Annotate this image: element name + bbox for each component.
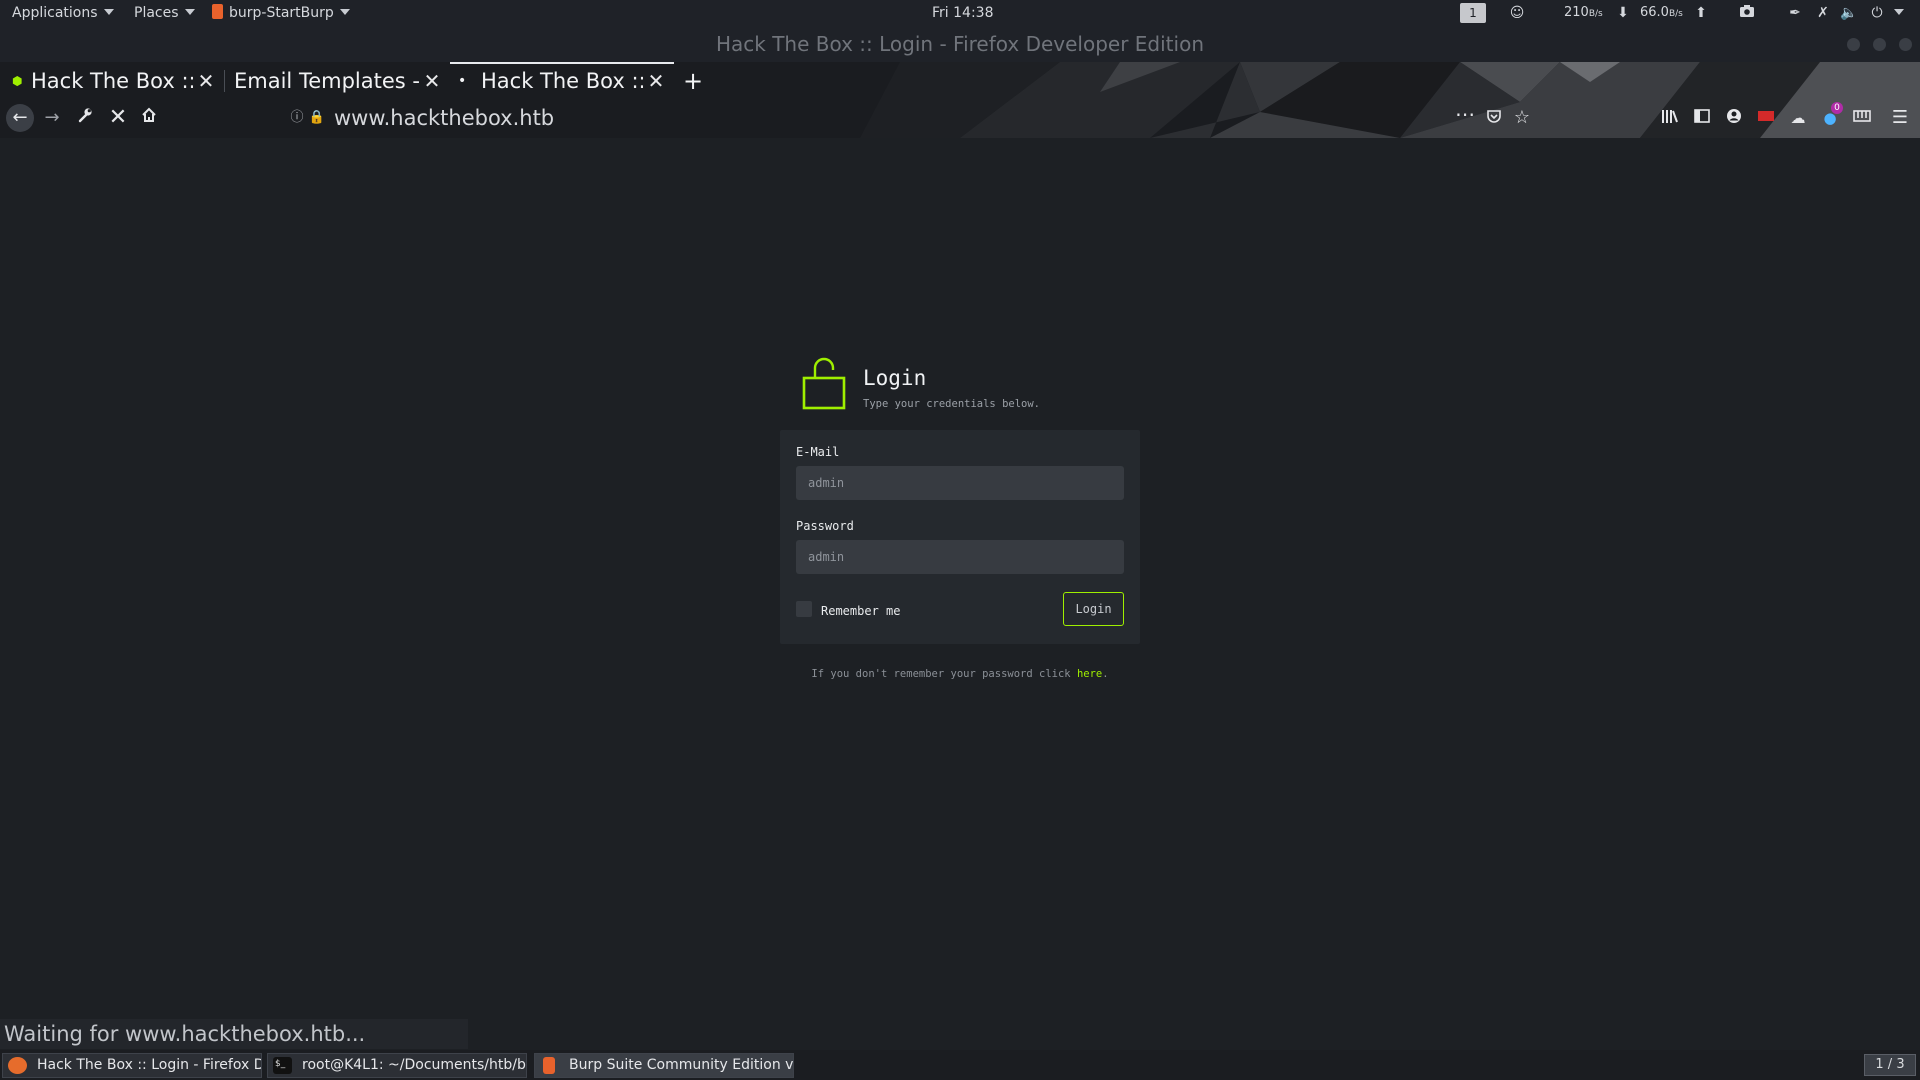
url-text[interactable]: www.hackthebox.htb [334, 103, 554, 133]
notification-badge: 0 [1831, 102, 1843, 114]
clock[interactable]: Fri 14:38 [932, 0, 993, 26]
loading-dot-icon: • [458, 73, 467, 89]
status-overlay: Waiting for www.hackthebox.htb... [0, 1019, 468, 1049]
window-titlebar[interactable]: Hack The Box :: Login - Firefox Develope… [0, 26, 1920, 62]
maximize-button[interactable] [1873, 38, 1886, 51]
firefox-icon [8, 1057, 27, 1074]
taskbar-item-label: root@K4L1: ~/Documents/htb/bo... [302, 1057, 527, 1073]
login-form: E-Mail Password Remember me Login [780, 430, 1140, 644]
bookmark-star-icon[interactable]: ☆ [1512, 108, 1532, 128]
login-subtitle: Type your credentials below. [863, 398, 1041, 410]
page-actions-icon[interactable]: ⋯ [1455, 104, 1475, 124]
upload-rate-unit: B/s [1668, 9, 1683, 19]
url-bar[interactable]: ⓘ 🔒 www.hackthebox.htb [288, 103, 1458, 133]
network-off-icon[interactable]: ✗ [1814, 4, 1832, 22]
tab-email-templates[interactable]: Email Templates - Google ✕ [226, 62, 450, 100]
developer-tools-wrench-icon[interactable] [71, 104, 99, 132]
login-header: Login Type your credentials below. [802, 356, 1142, 416]
burp-icon [543, 1057, 555, 1074]
tab-divider [224, 70, 225, 92]
upload-rate: 66.0B/s [1640, 0, 1683, 27]
red-flag-extension-icon[interactable] [1756, 108, 1776, 128]
info-icon[interactable]: ⓘ [288, 109, 306, 127]
hackthebox-favicon-icon: ⬢ [12, 74, 23, 88]
stop-loading-button[interactable]: ✕ [104, 104, 132, 132]
workspace-pager[interactable]: 1 / 3 [1864, 1054, 1916, 1076]
terminal-icon: $_ [273, 1057, 292, 1074]
taskbar-item-label: Burp Suite Community Edition v1.... [569, 1057, 794, 1073]
system-menu-chevron-icon[interactable] [1890, 4, 1908, 22]
close-icon[interactable]: ✕ [646, 64, 666, 100]
forgot-password-text: If you don't remember your password clic… [780, 668, 1140, 680]
page-content: Login Type your credentials below. E-Mai… [0, 138, 1920, 1018]
email-label: E-Mail [796, 445, 840, 459]
password-field[interactable] [796, 540, 1124, 574]
forgot-password-prefix: If you don't remember your password clic… [811, 668, 1077, 680]
remember-me-label[interactable]: Remember me [821, 604, 900, 618]
download-arrow-icon: ⬇ [1617, 5, 1629, 21]
tab-label: Hack The Box :: Login [481, 69, 643, 93]
tab-hackthebox-login[interactable]: • Hack The Box :: Login ✕ [450, 62, 674, 100]
taskbar-item-terminal[interactable]: $_ root@K4L1: ~/Documents/htb/bo... [267, 1053, 527, 1078]
password-label: Password [796, 519, 854, 533]
tab-hackthebox-main[interactable]: ⬢ Hack The Box :: Hack The Box ✕ [0, 62, 222, 100]
forgot-password-link[interactable]: here [1077, 668, 1102, 680]
new-tab-button[interactable]: + [680, 62, 706, 100]
library-icon[interactable] [1660, 108, 1680, 128]
power-icon[interactable]: ⏻ [1868, 4, 1886, 22]
upload-rate-value: 66.0 [1640, 5, 1669, 20]
taskbar-item-burp[interactable]: Burp Suite Community Edition v1.... [534, 1053, 794, 1078]
browser-chrome: ⬢ Hack The Box :: Hack The Box ✕ Email T… [0, 62, 1920, 138]
download-rate-value: 210 [1564, 5, 1589, 20]
close-icon[interactable]: ✕ [196, 62, 216, 100]
applications-menu[interactable]: Applications [12, 0, 114, 26]
login-title: Login [863, 366, 927, 390]
places-menu[interactable]: Places [134, 0, 195, 26]
screenshot-icon[interactable] [1738, 4, 1756, 22]
pocket-icon[interactable] [1484, 108, 1504, 128]
chevron-down-icon [339, 9, 350, 15]
user-extension-icon[interactable]: ● 0 [1820, 102, 1843, 128]
download-rate: 210B/s [1564, 0, 1603, 27]
workspace-indicator[interactable]: 1 [1460, 3, 1486, 23]
hamburger-menu-icon[interactable]: ☰ [1890, 108, 1910, 128]
home-button[interactable] [135, 104, 163, 132]
unlock-icon [802, 357, 846, 410]
forward-button[interactable]: → [38, 104, 66, 132]
login-button[interactable]: Login [1063, 592, 1124, 626]
applications-menu-label: Applications [12, 5, 98, 21]
forgot-password-suffix: . [1102, 668, 1109, 680]
close-icon[interactable]: ✕ [422, 62, 442, 100]
taskbar-item-firefox[interactable]: Hack The Box :: Login - Firefox De... [2, 1053, 262, 1078]
insecure-lock-icon[interactable]: 🔒 [308, 109, 326, 127]
burp-launcher-label: burp-StartBurp [229, 5, 334, 21]
remember-me-checkbox[interactable] [796, 601, 812, 617]
places-menu-label: Places [134, 5, 179, 21]
chevron-down-icon [184, 9, 195, 15]
ruler-extension-icon[interactable] [1852, 108, 1872, 128]
tab-label: Hack The Box :: Hack The Box [31, 69, 193, 93]
taskbar-item-label: Hack The Box :: Login - Firefox De... [37, 1057, 262, 1073]
close-window-button[interactable] [1899, 38, 1912, 51]
tab-strip: ⬢ Hack The Box :: Hack The Box ✕ Email T… [0, 62, 720, 100]
pen-tool-icon[interactable]: ✒ [1786, 4, 1804, 22]
window-title: Hack The Box :: Login - Firefox Develope… [715, 32, 1204, 56]
burp-launcher-menu[interactable]: burp-StartBurp [212, 0, 350, 26]
burp-icon [212, 4, 223, 19]
cloud-extension-icon[interactable]: ☁ [1788, 108, 1808, 128]
sidebar-toggle-icon[interactable] [1692, 108, 1712, 128]
volume-icon[interactable]: 🔈 [1840, 4, 1858, 22]
download-rate-unit: B/s [1588, 9, 1603, 19]
account-icon[interactable] [1724, 108, 1744, 128]
tab-label: Email Templates - Google [234, 69, 420, 93]
chevron-down-icon [103, 9, 114, 15]
upload-arrow-icon: ⬆ [1695, 5, 1707, 21]
taskbar: Hack The Box :: Login - Firefox De... $_… [0, 1050, 1920, 1080]
back-button[interactable]: ← [6, 104, 34, 132]
top-panel: Applications Places burp-StartBurp Fri 1… [0, 0, 1920, 26]
email-field[interactable] [796, 466, 1124, 500]
people-icon[interactable]: ☺ [1508, 4, 1526, 22]
minimize-button[interactable] [1847, 38, 1860, 51]
